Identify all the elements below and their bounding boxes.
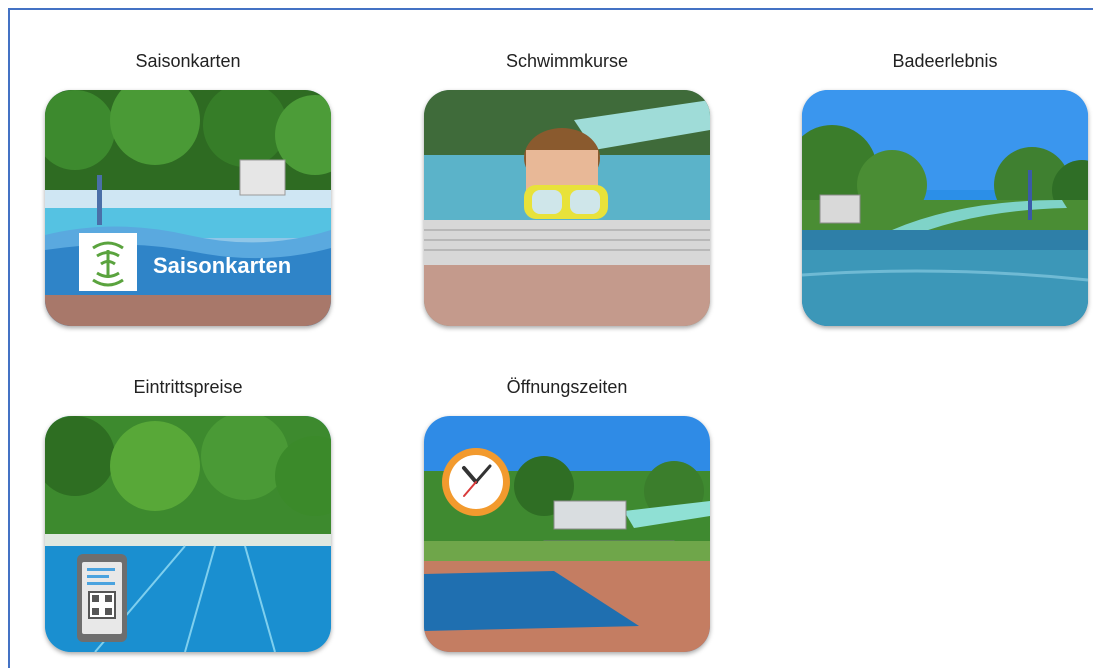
tile-caption: Saisonkarten <box>135 51 241 71</box>
oeffnungszeiten-photo <box>424 416 710 652</box>
eintrittspreise-photo <box>45 416 331 652</box>
schwimmkurse-image[interactable] <box>424 90 710 326</box>
tile-caption: Eintrittspreise <box>133 377 243 397</box>
saisonkarten-overlay-text: Saisonkarten <box>153 253 291 278</box>
saisonkarten-photo: Saisonkarten <box>45 90 331 326</box>
tile-badeerlebnis[interactable]: Badeerlebnis <box>800 48 1090 326</box>
saisonkarten-image[interactable]: Saisonkarten <box>45 90 331 326</box>
tile-oeffnungszeiten[interactable]: Öffnungszeiten <box>422 374 712 652</box>
tile-schwimmkurse[interactable]: Schwimmkurse <box>422 48 712 326</box>
tile-caption: Öffnungszeiten <box>506 377 628 397</box>
tile-saisonkarten[interactable]: Saisonkarten Saisonkarten <box>43 48 333 326</box>
oeffnungszeiten-image[interactable] <box>424 416 710 652</box>
badeerlebnis-photo <box>802 90 1088 326</box>
badeerlebnis-image[interactable] <box>802 90 1088 326</box>
tile-caption: Badeerlebnis <box>892 51 998 71</box>
eintrittspreise-image[interactable] <box>45 416 331 652</box>
schwimmkurse-photo <box>424 90 710 326</box>
tile-caption: Schwimmkurse <box>505 51 629 71</box>
tile-eintrittspreise[interactable]: Eintrittspreise <box>43 374 333 652</box>
